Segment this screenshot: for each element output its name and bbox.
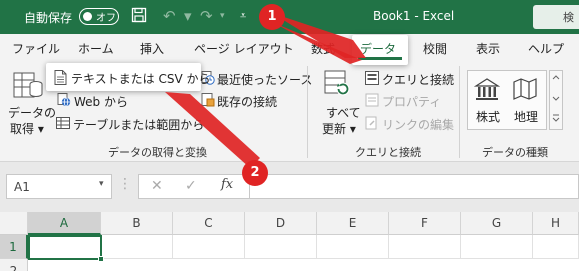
- cancel-icon[interactable]: ✕: [151, 178, 163, 194]
- tab-data-highlighted[interactable]: データ: [360, 40, 396, 57]
- tab-file[interactable]: ファイル: [12, 40, 60, 57]
- redo-icon[interactable]: ↷: [200, 7, 213, 25]
- autosave-toggle[interactable]: オフ: [79, 8, 119, 25]
- tab-view[interactable]: 表示: [476, 40, 500, 57]
- formula-buttons: ✕ ✓ fx: [138, 174, 250, 199]
- formula-input[interactable]: [250, 174, 579, 199]
- tab-data-underline: [358, 57, 402, 60]
- toggle-knob: [83, 11, 92, 21]
- group-separator: [307, 66, 308, 158]
- properties-button[interactable]: プロパティ: [382, 93, 441, 110]
- from-text-csv-highlight: テキストまたは CSV から: [46, 63, 210, 91]
- document-title: Book1 - Excel: [373, 9, 455, 23]
- column-header[interactable]: C: [173, 212, 245, 235]
- fill-handle[interactable]: [98, 256, 104, 262]
- database-icon: [12, 70, 44, 105]
- refresh-all-icon: [322, 68, 352, 101]
- name-box-value: A1: [14, 180, 30, 194]
- column-header[interactable]: A: [28, 212, 101, 235]
- properties-icon: [365, 93, 379, 110]
- group-label-get-transform: データの取得と変換: [108, 146, 207, 159]
- cell[interactable]: [173, 235, 245, 259]
- cell[interactable]: [317, 235, 389, 259]
- refresh-all-button[interactable]: すべて: [326, 104, 361, 121]
- column-header[interactable]: F: [389, 212, 461, 235]
- redo-dropdown-icon[interactable]: ▾: [220, 7, 225, 25]
- column-header[interactable]: D: [245, 212, 317, 235]
- from-table-button[interactable]: テーブルまたは範囲から: [73, 116, 204, 133]
- tab-formulas[interactable]: 数式: [311, 40, 335, 57]
- table-icon: [56, 116, 70, 133]
- gallery-scroll[interactable]: [549, 70, 563, 130]
- row-header[interactable]: 2: [0, 259, 28, 271]
- ribbon-tabs: ファイル ホーム 挿入 ページ レイアウト 数式 データ 校閲 表示 ヘルプ: [0, 34, 579, 62]
- search-hint: 検: [563, 11, 574, 24]
- tab-page-layout[interactable]: ページ レイアウト: [194, 40, 294, 57]
- row-header[interactable]: 1: [0, 235, 28, 259]
- group-separator: [459, 66, 460, 158]
- text-file-icon: [54, 70, 67, 88]
- autosave-state: オフ: [96, 13, 116, 24]
- tab-help[interactable]: ヘルプ: [528, 40, 564, 57]
- select-all-corner[interactable]: [0, 212, 28, 235]
- autosave-label: 自動保存: [24, 11, 73, 25]
- column-header[interactable]: G: [461, 212, 533, 235]
- active-cell-a1[interactable]: [28, 235, 104, 262]
- enter-icon[interactable]: ✓: [185, 178, 197, 194]
- cell[interactable]: [245, 235, 317, 259]
- recent-sources-button[interactable]: 最近使ったソース: [217, 71, 312, 88]
- edit-links-icon: [365, 116, 379, 133]
- group-label-data-types: データの種類: [482, 146, 548, 159]
- from-web-button[interactable]: Web から: [74, 93, 128, 110]
- get-data-button[interactable]: データの: [8, 104, 56, 121]
- column-header[interactable]: H: [533, 212, 579, 235]
- cell[interactable]: [533, 235, 579, 259]
- cell[interactable]: [461, 235, 533, 259]
- save-icon[interactable]: [131, 7, 147, 27]
- cell[interactable]: [101, 235, 173, 259]
- tab-review[interactable]: 校閲: [423, 40, 447, 57]
- web-icon: [57, 93, 71, 110]
- column-header[interactable]: E: [317, 212, 389, 235]
- stocks-icon: [473, 76, 501, 105]
- column-header[interactable]: B: [101, 212, 173, 235]
- more-icon: ⋮: [118, 176, 132, 192]
- formula-bar-area: A1 ▾ ⋮ ✕ ✓ fx: [0, 162, 579, 212]
- existing-connections-button[interactable]: 既存の接続: [217, 93, 277, 110]
- cell[interactable]: [389, 235, 461, 259]
- name-box[interactable]: A1 ▾: [6, 174, 112, 199]
- insert-function-icon[interactable]: fx: [221, 177, 233, 192]
- geography-button[interactable]: 地理: [514, 108, 538, 125]
- undo-icon[interactable]: ↶: [163, 7, 176, 25]
- worksheet-grid: A B C D E F G H 1 2: [0, 212, 579, 271]
- tab-insert[interactable]: 挿入: [140, 40, 164, 57]
- refresh-all-dropdown[interactable]: 更新 ▾: [322, 120, 356, 137]
- existing-connections-icon: [201, 93, 215, 110]
- queries-connections-icon: [365, 71, 379, 88]
- from-text-csv-button[interactable]: テキストまたは CSV から: [71, 70, 210, 87]
- search-box[interactable]: 検: [533, 5, 579, 29]
- title-bar: 自動保存 オフ ↶ ▾ ↷ ▾ ⩡ Book1 - Excel 検: [0, 0, 579, 34]
- undo-dropdown-icon[interactable]: ▾: [184, 7, 192, 25]
- group-label-queries: クエリと接続: [355, 146, 421, 159]
- name-box-dropdown-icon[interactable]: ▾: [99, 179, 104, 189]
- customize-qat-icon[interactable]: ⩡: [240, 7, 246, 25]
- stocks-button[interactable]: 株式: [476, 108, 500, 125]
- tab-home[interactable]: ホーム: [78, 40, 114, 57]
- queries-connections-button[interactable]: クエリと接続: [382, 71, 454, 88]
- step-badge-1: 1: [259, 4, 285, 30]
- geography-icon: [512, 76, 538, 105]
- get-data-dropdown[interactable]: 取得 ▾: [10, 120, 44, 137]
- step-badge-2: 2: [242, 160, 268, 186]
- edit-links-button[interactable]: リンクの編集: [382, 116, 454, 133]
